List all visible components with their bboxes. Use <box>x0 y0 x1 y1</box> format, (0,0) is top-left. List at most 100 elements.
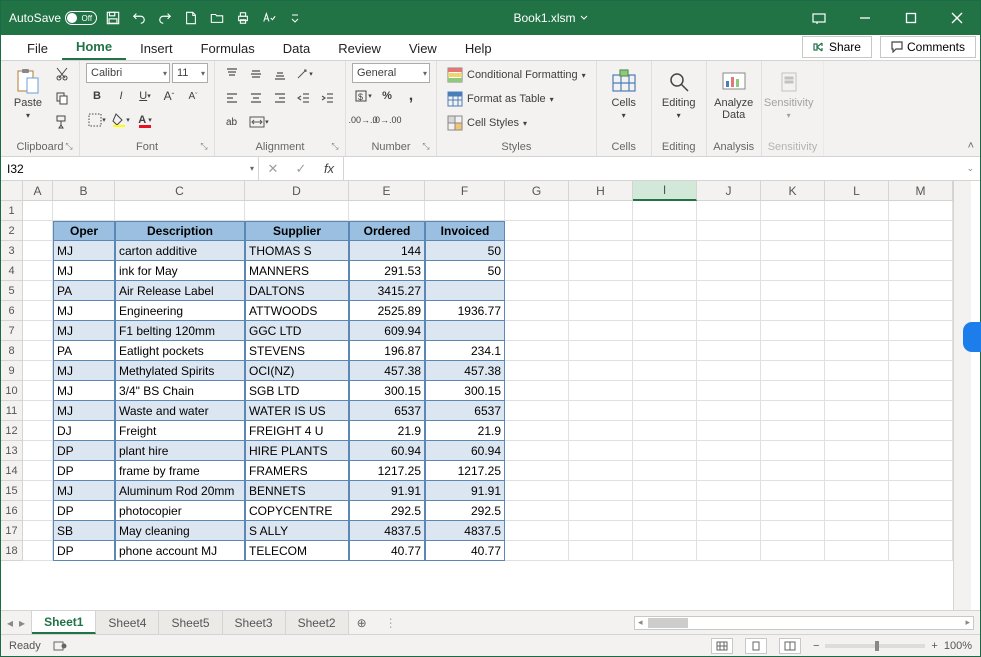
redo-icon[interactable] <box>155 8 175 28</box>
autosave-toggle[interactable]: AutoSave Off <box>9 11 97 25</box>
table-cell[interactable]: DP <box>53 501 115 521</box>
row-header[interactable]: 14 <box>1 461 23 481</box>
table-cell[interactable]: GGC LTD <box>245 321 349 341</box>
table-cell[interactable]: MJ <box>53 481 115 501</box>
row-header[interactable]: 15 <box>1 481 23 501</box>
sheet-nav-prev-icon[interactable]: ◂ <box>7 616 13 630</box>
cell[interactable] <box>825 201 889 221</box>
italic-icon[interactable]: I <box>110 85 132 107</box>
tab-review[interactable]: Review <box>324 37 395 60</box>
cell[interactable] <box>115 201 245 221</box>
cell[interactable] <box>23 341 53 361</box>
cell[interactable] <box>23 541 53 561</box>
cell[interactable] <box>23 321 53 341</box>
cell[interactable] <box>23 401 53 421</box>
increase-decimal-icon[interactable]: .00→.0 <box>352 109 374 131</box>
column-header[interactable]: E <box>349 181 425 201</box>
column-header[interactable]: D <box>245 181 349 201</box>
table-cell[interactable]: COPYCENTRE <box>245 501 349 521</box>
table-cell[interactable]: DP <box>53 461 115 481</box>
cell[interactable] <box>825 361 889 381</box>
table-cell[interactable]: 91.91 <box>349 481 425 501</box>
cell[interactable] <box>505 341 569 361</box>
cell[interactable] <box>761 401 825 421</box>
table-cell[interactable]: ink for May <box>115 261 245 281</box>
normal-view-icon[interactable] <box>711 638 733 654</box>
table-cell[interactable]: STEVENS <box>245 341 349 361</box>
cell[interactable] <box>569 441 633 461</box>
table-cell[interactable]: FRAMERS <box>245 461 349 481</box>
cell[interactable] <box>889 221 953 241</box>
row-header[interactable]: 2 <box>1 221 23 241</box>
cell[interactable] <box>569 321 633 341</box>
cell[interactable] <box>825 421 889 441</box>
table-cell[interactable]: 50 <box>425 261 505 281</box>
cell[interactable] <box>425 201 505 221</box>
cell[interactable] <box>697 261 761 281</box>
cell[interactable] <box>505 241 569 261</box>
table-cell[interactable]: Engineering <box>115 301 245 321</box>
cell[interactable] <box>23 301 53 321</box>
row-header[interactable]: 16 <box>1 501 23 521</box>
table-cell[interactable]: 234.1 <box>425 341 505 361</box>
table-cell[interactable]: ATTWOODS <box>245 301 349 321</box>
sheet-nav-next-icon[interactable]: ▸ <box>19 616 25 630</box>
cell[interactable] <box>349 201 425 221</box>
increase-indent-icon[interactable] <box>317 87 339 109</box>
cell[interactable] <box>633 341 697 361</box>
column-header[interactable]: I <box>633 181 697 201</box>
cell[interactable] <box>761 301 825 321</box>
table-cell[interactable]: photocopier <box>115 501 245 521</box>
cell[interactable] <box>761 361 825 381</box>
cell[interactable] <box>761 281 825 301</box>
table-cell[interactable]: 6537 <box>349 401 425 421</box>
table-cell[interactable]: MJ <box>53 361 115 381</box>
cell[interactable] <box>697 241 761 261</box>
cell[interactable] <box>889 321 953 341</box>
save-icon[interactable] <box>103 8 123 28</box>
spreadsheet-grid[interactable]: ABCDEFGHIJKLM12OperDescriptionSupplierOr… <box>1 181 953 610</box>
cell[interactable] <box>505 461 569 481</box>
row-header[interactable]: 3 <box>1 241 23 261</box>
tab-insert[interactable]: Insert <box>126 37 187 60</box>
cell[interactable] <box>697 521 761 541</box>
table-cell[interactable]: PA <box>53 281 115 301</box>
cell[interactable] <box>697 341 761 361</box>
cell[interactable] <box>569 521 633 541</box>
cell[interactable] <box>23 241 53 261</box>
expand-formula-icon[interactable]: ⌄ <box>966 163 974 174</box>
cell[interactable] <box>23 501 53 521</box>
cell[interactable] <box>633 221 697 241</box>
align-center-icon[interactable] <box>245 87 267 109</box>
dialog-launcher-icon[interactable]: ⤡ <box>63 141 75 153</box>
qat-dropdown-icon[interactable] <box>285 8 305 28</box>
align-bottom-icon[interactable] <box>269 63 291 85</box>
bold-icon[interactable]: B <box>86 85 108 107</box>
table-cell[interactable]: frame by frame <box>115 461 245 481</box>
cell[interactable] <box>633 441 697 461</box>
table-cell[interactable]: 21.9 <box>425 421 505 441</box>
table-cell[interactable]: 300.15 <box>425 381 505 401</box>
column-header[interactable]: L <box>825 181 889 201</box>
cell[interactable] <box>825 441 889 461</box>
column-header[interactable]: A <box>23 181 53 201</box>
vertical-scrollbar[interactable] <box>953 181 971 610</box>
table-cell[interactable]: carton additive <box>115 241 245 261</box>
cell[interactable] <box>761 241 825 261</box>
table-cell[interactable] <box>425 281 505 301</box>
table-cell[interactable]: MJ <box>53 401 115 421</box>
cell[interactable] <box>569 261 633 281</box>
cell[interactable] <box>889 341 953 361</box>
table-cell[interactable]: 40.77 <box>349 541 425 561</box>
table-header-cell[interactable]: Invoiced <box>425 221 505 241</box>
cell[interactable] <box>761 421 825 441</box>
table-cell[interactable]: 1217.25 <box>425 461 505 481</box>
align-left-icon[interactable] <box>221 87 243 109</box>
cell[interactable] <box>697 421 761 441</box>
table-cell[interactable]: 3415.27 <box>349 281 425 301</box>
cell[interactable] <box>23 441 53 461</box>
table-cell[interactable]: THOMAS S <box>245 241 349 261</box>
cell[interactable] <box>697 481 761 501</box>
cell[interactable] <box>505 401 569 421</box>
cell[interactable] <box>505 441 569 461</box>
